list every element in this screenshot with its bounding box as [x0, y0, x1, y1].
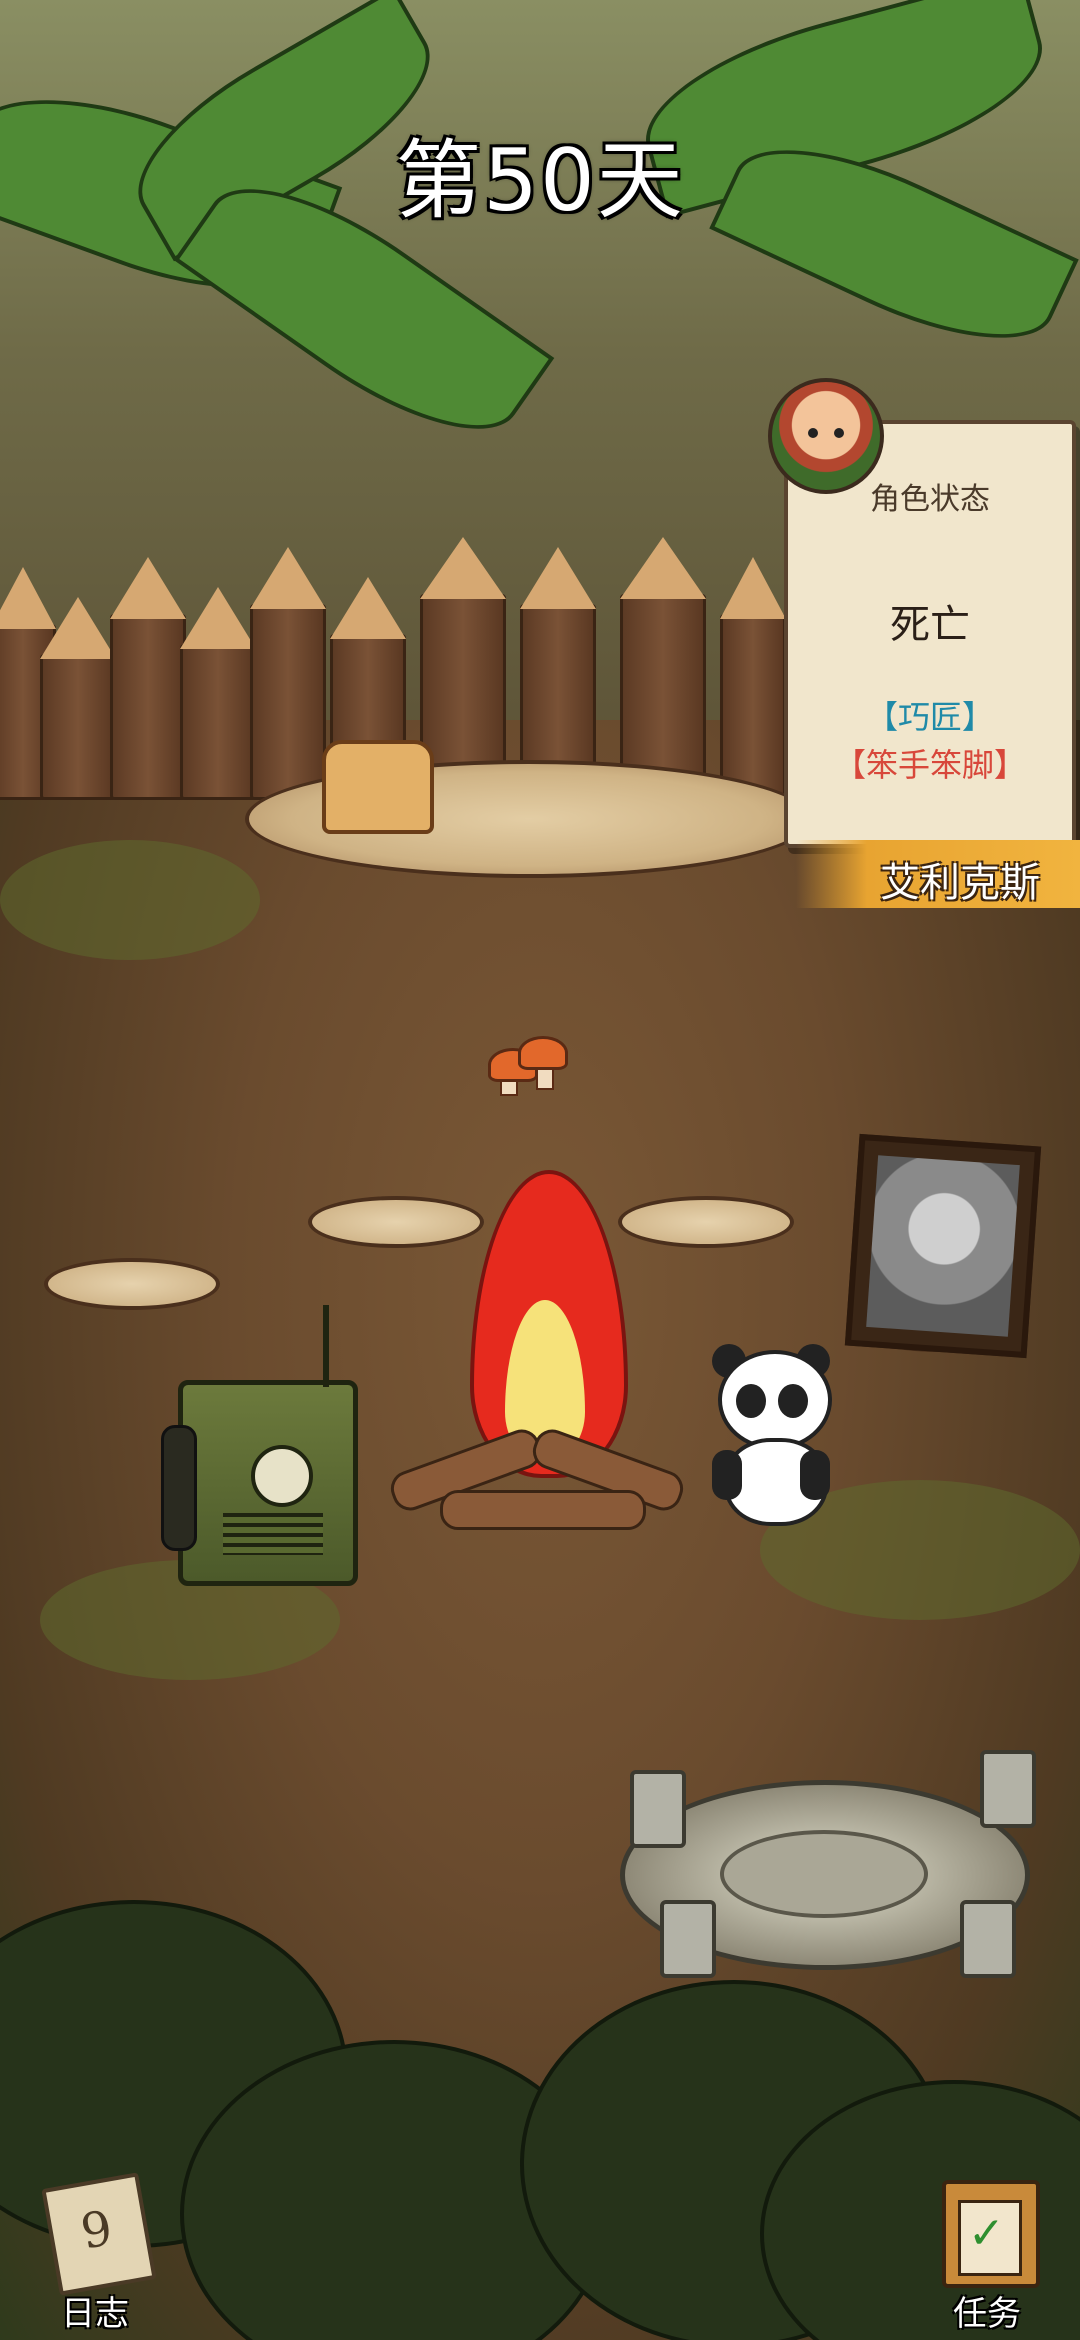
trait-primary: 【巧匠】 — [865, 698, 994, 736]
character-name: 艾利克斯 — [880, 860, 1040, 906]
journal-icon — [41, 2172, 157, 2296]
campfire[interactable] — [380, 1150, 700, 1570]
stump-seat — [44, 1258, 220, 1406]
memorial-portrait[interactable] — [844, 1133, 1042, 1359]
journal-button[interactable]: 日志 — [30, 2172, 160, 2334]
game-scene — [0, 0, 1080, 2340]
character-name-tag: 艾利克斯 — [796, 840, 1080, 908]
stone-well[interactable] — [600, 1750, 1040, 1990]
bread-loaf-icon[interactable] — [322, 740, 434, 834]
field-radio[interactable] — [161, 1305, 358, 1586]
day-counter: 第50天 — [395, 131, 685, 231]
radio-dial-icon — [251, 1445, 313, 1507]
character-avatar[interactable] — [768, 378, 884, 494]
trait-negative: 【笨手笨脚】 — [833, 746, 1026, 784]
journal-label: 日志 — [61, 2294, 129, 2334]
character-state: 死亡 — [890, 602, 970, 648]
tasks-button[interactable]: ✓ 任务 — [922, 2180, 1052, 2334]
panda-companion[interactable] — [708, 1344, 834, 1526]
radio-handset-icon — [161, 1425, 197, 1551]
mushroom-icon[interactable] — [488, 1030, 568, 1110]
tasks-label: 任务 — [953, 2294, 1021, 2334]
clipboard-check-icon: ✓ — [942, 2180, 1040, 2288]
